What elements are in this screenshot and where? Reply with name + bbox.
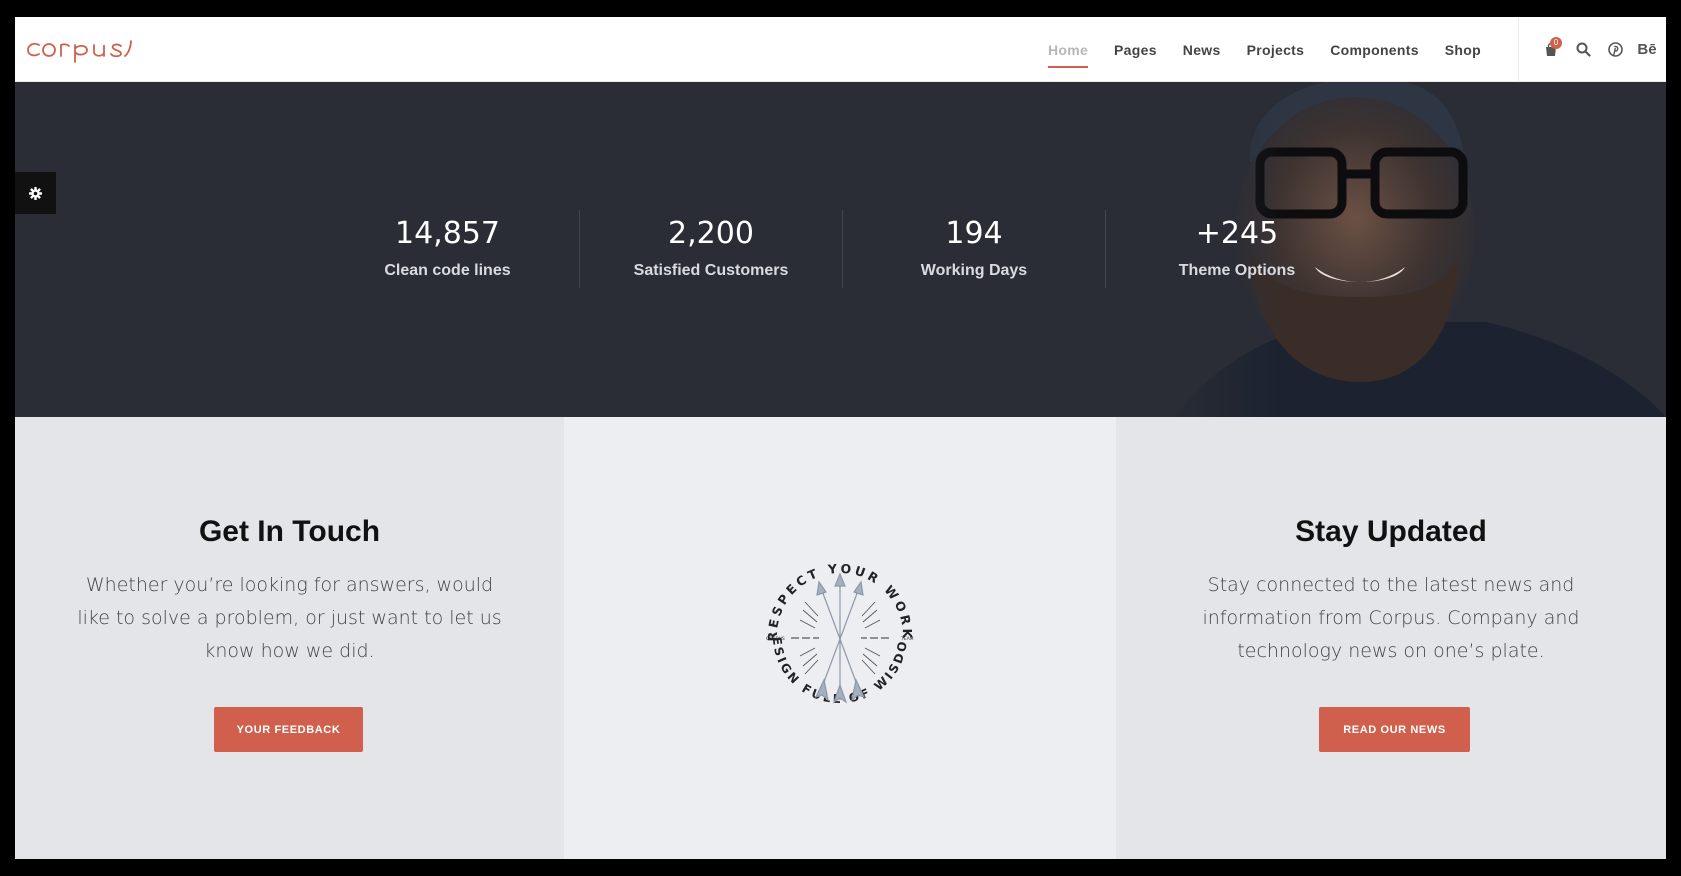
header-icons: 0 Bē bbox=[1535, 17, 1663, 82]
stat-item: 194 Working Days bbox=[842, 210, 1105, 288]
your-feedback-button[interactable]: YOUR FEEDBACK bbox=[214, 707, 363, 752]
stat-item: 14,857 Clean code lines bbox=[316, 210, 579, 288]
nav-pages[interactable]: Pages bbox=[1114, 36, 1157, 64]
corpus-logo[interactable]: corpus bbox=[25, 31, 135, 65]
logo-text: corpus bbox=[25, 31, 29, 32]
cart-icon[interactable]: 0 bbox=[1535, 34, 1567, 66]
read-our-news-button[interactable]: READ OUR NEWS bbox=[1319, 707, 1470, 752]
respect-your-work-emblem: RESPECT YOUR WORK DESIGN FULL OF WISDOM … bbox=[755, 550, 914, 706]
behance-label: Bē bbox=[1637, 41, 1657, 58]
stat-value: 14,857 bbox=[395, 216, 500, 251]
gear-icon bbox=[29, 186, 42, 200]
main-nav: Home Pages News Projects Components Shop bbox=[1022, 17, 1481, 82]
stats-hero: 14,857 Clean code lines 2,200 Satisfied … bbox=[15, 82, 1666, 417]
stat-item: +245 Theme Options bbox=[1105, 210, 1368, 288]
stat-value: 2,200 bbox=[668, 216, 754, 251]
panel-title: Stay Updated bbox=[1295, 515, 1487, 548]
cart-count-badge: 0 bbox=[1550, 36, 1562, 49]
stat-label: Theme Options bbox=[1178, 262, 1296, 279]
stat-item: 2,200 Satisfied Customers bbox=[579, 210, 842, 288]
stat-value: 194 bbox=[945, 216, 1003, 251]
nav-components[interactable]: Components bbox=[1330, 36, 1419, 64]
nav-news[interactable]: News bbox=[1183, 36, 1221, 64]
site-header: corpus Home Pages News Projects Componen… bbox=[15, 17, 1666, 82]
stat-label: Working Days bbox=[920, 262, 1028, 279]
panel-title: Get In Touch bbox=[198, 515, 381, 548]
stats-row: 14,857 Clean code lines 2,200 Satisfied … bbox=[316, 210, 1368, 288]
header-divider bbox=[1518, 17, 1519, 82]
emblem-panel: RESPECT YOUR WORK DESIGN FULL OF WISDOM … bbox=[564, 417, 1116, 859]
stat-label: Satisfied Customers bbox=[633, 262, 789, 279]
nav-projects[interactable]: Projects bbox=[1247, 36, 1305, 64]
nav-home[interactable]: Home bbox=[1047, 36, 1089, 68]
search-icon[interactable] bbox=[1567, 34, 1599, 66]
behance-icon[interactable]: Bē bbox=[1631, 34, 1663, 66]
panel-description: Whether you’re looking for answers, woul… bbox=[77, 574, 502, 662]
emblem-left-text: CORPUS bbox=[766, 636, 785, 642]
stat-label: Clean code lines bbox=[384, 262, 511, 279]
nav-shop[interactable]: Shop bbox=[1445, 36, 1481, 64]
info-panels: Get In Touch Whether you’re looking for … bbox=[15, 417, 1666, 859]
panel-description: Stay connected to the latest news and in… bbox=[1202, 574, 1580, 662]
stat-value: +245 bbox=[1195, 216, 1279, 251]
stay-updated-panel: Stay Updated Stay connected to the lates… bbox=[1116, 417, 1666, 859]
pinterest-icon[interactable] bbox=[1599, 34, 1631, 66]
settings-panel-toggle[interactable] bbox=[15, 172, 56, 214]
get-in-touch-panel: Get In Touch Whether you’re looking for … bbox=[15, 417, 564, 859]
page-frame: corpus Home Pages News Projects Componen… bbox=[15, 17, 1666, 859]
emblem-right-text: TEAM bbox=[900, 636, 914, 642]
